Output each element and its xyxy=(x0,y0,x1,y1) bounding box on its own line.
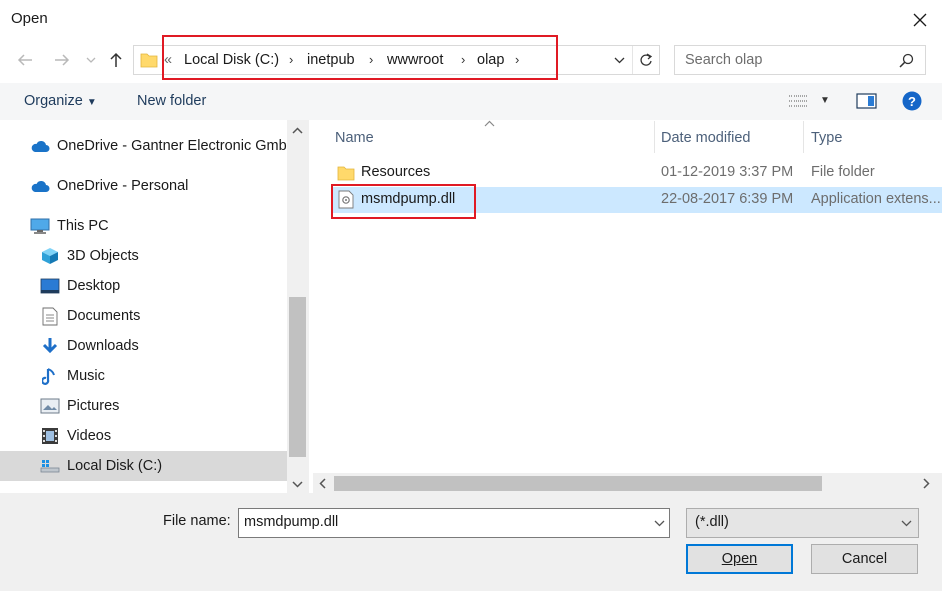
new-folder-button[interactable]: New folder xyxy=(137,93,206,109)
cube-icon xyxy=(40,247,60,265)
scroll-down-icon[interactable] xyxy=(292,481,303,488)
nav-item-label: Local Disk (C:) xyxy=(67,458,163,474)
nav-item-desktop[interactable]: Desktop xyxy=(0,271,287,301)
svg-text:?: ? xyxy=(908,94,916,109)
file-name-label: File name: xyxy=(163,513,231,529)
search-box[interactable] xyxy=(674,45,926,75)
nav-item-onedrive-gantner-electronic-gmb[interactable]: OneDrive - Gantner Electronic Gmb xyxy=(0,131,287,161)
nav-item-label: Videos xyxy=(67,428,112,444)
folder-icon xyxy=(140,53,158,68)
forward-button[interactable] xyxy=(50,48,74,72)
scroll-left-icon[interactable] xyxy=(319,478,326,489)
column-header-name[interactable]: Name xyxy=(335,130,374,146)
cancel-button[interactable]: Cancel xyxy=(811,544,918,574)
nav-item-label: Pictures xyxy=(67,398,120,414)
music-icon xyxy=(40,367,60,385)
file-list-scroll-thumb[interactable] xyxy=(334,476,822,491)
nav-item-documents[interactable]: Documents xyxy=(0,301,287,331)
command-toolbar: Organize ▼ New folder ▼ ? xyxy=(0,83,942,120)
nav-item-this-pc[interactable]: This PC xyxy=(0,211,287,241)
chevron-down-icon[interactable] xyxy=(614,57,625,64)
nav-item-label: This PC xyxy=(57,218,109,234)
column-header-date-modified[interactable]: Date modified xyxy=(661,130,750,146)
search-icon[interactable] xyxy=(899,53,914,68)
sort-ascending-icon xyxy=(484,120,495,127)
cloud-icon xyxy=(30,137,50,155)
open-label: Open xyxy=(721,551,758,567)
address-highlight-box xyxy=(162,35,558,80)
nav-item-local-disk-c[interactable]: Local Disk (C:) xyxy=(0,451,287,481)
organize-button[interactable]: Organize ▼ xyxy=(24,93,97,109)
file-name-input[interactable] xyxy=(244,514,634,530)
back-button[interactable] xyxy=(13,48,37,72)
file-date: 01-12-2019 3:37 PM xyxy=(661,164,794,180)
open-button[interactable]: Open xyxy=(686,544,793,574)
document-icon xyxy=(40,307,60,325)
column-header-type[interactable]: Type xyxy=(811,130,842,146)
title-bar: Open xyxy=(0,0,942,40)
refresh-icon[interactable] xyxy=(639,53,653,68)
arrow-up-icon xyxy=(110,52,122,67)
file-highlight-box xyxy=(331,184,476,219)
nav-item-label: 3D Objects xyxy=(67,248,139,264)
up-button[interactable] xyxy=(104,48,128,72)
nav-item-3d-objects[interactable]: 3D Objects xyxy=(0,241,287,271)
download-icon xyxy=(40,337,60,355)
nav-item-label: Music xyxy=(67,368,105,384)
nav-item-label: OneDrive - Gantner Electronic Gmb xyxy=(57,138,287,154)
preview-pane-icon[interactable] xyxy=(856,93,877,109)
file-name-dropdown-button[interactable] xyxy=(649,509,669,537)
computer-icon xyxy=(30,217,50,235)
file-name-combobox[interactable] xyxy=(238,508,670,538)
column-divider[interactable] xyxy=(654,121,655,153)
file-type-value: (*.dll) xyxy=(695,514,729,530)
nav-item-label: OneDrive - Personal xyxy=(57,178,189,194)
arrow-right-icon xyxy=(55,54,70,66)
nav-item-videos[interactable]: Videos xyxy=(0,421,287,451)
nav-item-pictures[interactable]: Pictures xyxy=(0,391,287,421)
caret-down-icon: ▼ xyxy=(86,97,97,108)
pictures-icon xyxy=(40,397,60,415)
close-button[interactable] xyxy=(900,4,940,36)
navigation-scroll-thumb[interactable] xyxy=(289,297,306,457)
view-menu-caret-icon[interactable]: ▼ xyxy=(820,95,830,106)
column-divider[interactable] xyxy=(803,121,804,153)
nav-item-downloads[interactable]: Downloads xyxy=(0,331,287,361)
arrow-left-icon xyxy=(17,54,32,66)
chevron-down-icon xyxy=(86,57,96,63)
nav-item-onedrive-personal[interactable]: OneDrive - Personal xyxy=(0,171,287,201)
scroll-right-icon[interactable] xyxy=(923,478,930,489)
file-row-resources[interactable]: Resources 01-12-2019 3:37 PM File folder xyxy=(333,160,942,186)
file-type: Application extens... xyxy=(811,191,941,207)
help-icon[interactable]: ? xyxy=(902,91,922,111)
scroll-up-icon[interactable] xyxy=(292,127,303,134)
chevron-down-icon xyxy=(901,520,912,527)
nav-item-music[interactable]: Music xyxy=(0,361,287,391)
cloud-icon xyxy=(30,177,50,195)
nav-item-label: Desktop xyxy=(67,278,121,294)
chevron-down-icon xyxy=(654,520,664,526)
view-options-icon[interactable] xyxy=(788,94,808,108)
window-title: Open xyxy=(11,10,48,27)
nav-item-label: Downloads xyxy=(67,338,139,354)
drive-icon xyxy=(40,457,60,475)
close-icon xyxy=(913,13,927,27)
desktop-icon xyxy=(40,277,60,295)
cancel-label: Cancel xyxy=(841,551,888,567)
folder-icon xyxy=(337,166,355,181)
search-input[interactable] xyxy=(685,52,885,68)
file-type-select[interactable]: (*.dll) xyxy=(686,508,919,538)
file-name: Resources xyxy=(361,164,431,180)
nav-item-label: Documents xyxy=(67,308,141,324)
file-type: File folder xyxy=(811,164,875,180)
recent-locations-button[interactable] xyxy=(84,50,98,70)
organize-label: Organize xyxy=(24,93,83,109)
file-date: 22-08-2017 6:39 PM xyxy=(661,191,794,207)
video-icon xyxy=(40,427,60,445)
